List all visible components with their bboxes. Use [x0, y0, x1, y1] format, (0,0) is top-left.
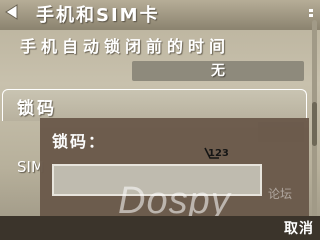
watermark-sub: 论坛 [268, 187, 293, 201]
scrollbar[interactable] [312, 20, 317, 224]
lock-code-label: 锁码 [17, 99, 57, 119]
input-mode-indicator: 123 [208, 148, 229, 159]
autolock-value: 无 [211, 63, 225, 79]
title-bar: 手机和SIM卡 [0, 0, 320, 30]
lock-code-setting[interactable]: 锁码 [2, 89, 307, 121]
back-arrow-icon[interactable] [3, 3, 21, 21]
scrollbar-thumb[interactable] [312, 102, 317, 146]
page-title: 手机和SIM卡 [36, 5, 160, 26]
cancel-softkey[interactable]: 取消 [284, 218, 314, 238]
autolock-setting-label[interactable]: 手机自动锁闭前的时间 [20, 33, 230, 57]
softkey-bar: 取消 [0, 216, 320, 240]
dialog-title: 锁码： [52, 132, 107, 151]
autolock-value-field[interactable]: 无 [132, 61, 304, 81]
